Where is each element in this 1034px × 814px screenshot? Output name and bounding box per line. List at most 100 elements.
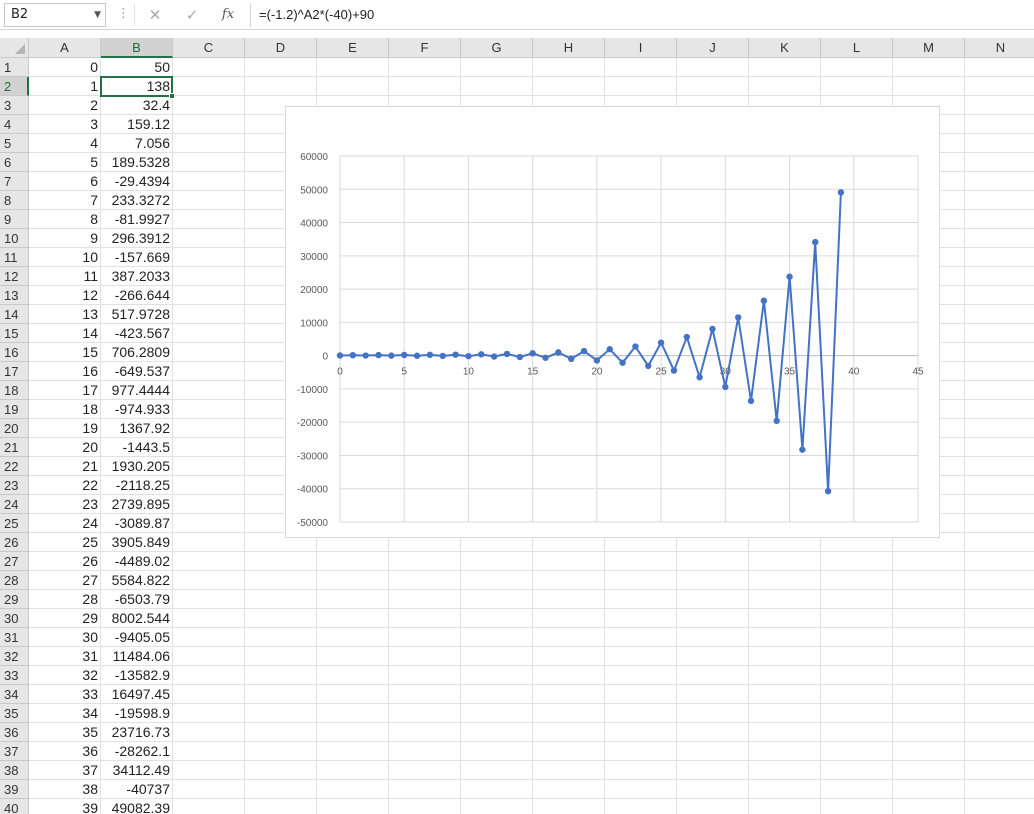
row-header[interactable]: 4 [0, 115, 29, 134]
cell-a-value[interactable]: 32 [29, 666, 101, 685]
cell-a-value[interactable]: 3 [29, 115, 101, 134]
cell-a-value[interactable]: 30 [29, 628, 101, 647]
cell-b-value[interactable]: 977.4444 [101, 381, 173, 400]
column-header-i[interactable]: I [605, 38, 677, 58]
row-header[interactable]: 27 [0, 552, 29, 571]
row-header[interactable]: 20 [0, 419, 29, 438]
cell-b-value[interactable]: 3905.849 [101, 533, 173, 552]
cell-a-value[interactable]: 1 [29, 77, 101, 96]
enter-icon[interactable]: ✓ [178, 5, 206, 25]
cancel-icon[interactable]: ✕ [141, 5, 169, 25]
cell-b-value[interactable]: 50 [101, 58, 173, 77]
cell-a-value[interactable]: 35 [29, 723, 101, 742]
cell-b-value[interactable]: 517.9728 [101, 305, 173, 324]
row-header[interactable]: 25 [0, 514, 29, 533]
row-header[interactable]: 1 [0, 58, 29, 77]
name-box[interactable]: B2 ▼ [4, 3, 106, 27]
cell-a-value[interactable]: 10 [29, 248, 101, 267]
row-header[interactable]: 3 [0, 96, 29, 115]
cell-b-value[interactable]: -974.933 [101, 400, 173, 419]
scatter-chart[interactable]: 60000 50000 40000 30000 20000 10000 0 -10000 -20… [285, 106, 940, 538]
column-header-g[interactable]: G [461, 38, 533, 58]
cell-b-value[interactable]: -13582.9 [101, 666, 173, 685]
cell-a-value[interactable]: 33 [29, 685, 101, 704]
row-header[interactable]: 29 [0, 590, 29, 609]
cell-a-value[interactable]: 12 [29, 286, 101, 305]
cell-a-value[interactable]: 16 [29, 362, 101, 381]
cell-b-value[interactable]: -266.644 [101, 286, 173, 305]
cell-a-value[interactable]: 21 [29, 457, 101, 476]
cell-b-value[interactable]: 16497.45 [101, 685, 173, 704]
row-header[interactable]: 34 [0, 685, 29, 704]
cell-a-value[interactable]: 2 [29, 96, 101, 115]
cell-b-value[interactable]: -9405.05 [101, 628, 173, 647]
row-header[interactable]: 31 [0, 628, 29, 647]
cell-a-value[interactable]: 5 [29, 153, 101, 172]
cell-b-value[interactable]: -157.669 [101, 248, 173, 267]
cell-b-value[interactable]: 1367.92 [101, 419, 173, 438]
column-header-j[interactable]: J [677, 38, 749, 58]
row-header[interactable]: 5 [0, 134, 29, 153]
cell-a-value[interactable]: 13 [29, 305, 101, 324]
cell-a-value[interactable]: 9 [29, 229, 101, 248]
row-header[interactable]: 30 [0, 609, 29, 628]
row-header[interactable]: 40 [0, 799, 29, 814]
cell-a-value[interactable]: 31 [29, 647, 101, 666]
chevron-down-icon[interactable]: ▼ [94, 4, 101, 26]
row-header[interactable]: 17 [0, 362, 29, 381]
row-header[interactable]: 39 [0, 780, 29, 799]
cell-b-value[interactable]: 5584.822 [101, 571, 173, 590]
row-header[interactable]: 7 [0, 172, 29, 191]
cell-b-value[interactable]: -29.4394 [101, 172, 173, 191]
cell-b-value[interactable]: 23716.73 [101, 723, 173, 742]
row-header[interactable]: 16 [0, 343, 29, 362]
row-header[interactable]: 32 [0, 647, 29, 666]
insert-function-icon[interactable]: fx [214, 5, 242, 25]
cell-a-value[interactable]: 25 [29, 533, 101, 552]
row-header[interactable]: 22 [0, 457, 29, 476]
cell-b-value[interactable]: -4489.02 [101, 552, 173, 571]
cell-a-value[interactable]: 37 [29, 761, 101, 780]
column-header-k[interactable]: K [749, 38, 821, 58]
cell-b-value[interactable]: -649.537 [101, 362, 173, 381]
cell-a-value[interactable]: 22 [29, 476, 101, 495]
cell-b-value[interactable]: 7.056 [101, 134, 173, 153]
cell-a-value[interactable]: 15 [29, 343, 101, 362]
column-header-e[interactable]: E [317, 38, 389, 58]
row-header[interactable]: 9 [0, 210, 29, 229]
row-header[interactable]: 21 [0, 438, 29, 457]
formula-input[interactable]: =(-1.2)^A2*(-40)+90 [250, 3, 1034, 27]
column-header-f[interactable]: F [389, 38, 461, 58]
column-header-a[interactable]: A [29, 38, 101, 58]
cell-b-value[interactable]: 296.3912 [101, 229, 173, 248]
row-header[interactable]: 38 [0, 761, 29, 780]
cell-b-value[interactable]: -1443.5 [101, 438, 173, 457]
column-header-c[interactable]: C [173, 38, 245, 58]
cell-a-value[interactable]: 26 [29, 552, 101, 571]
cell-a-value[interactable]: 24 [29, 514, 101, 533]
cell-a-value[interactable]: 20 [29, 438, 101, 457]
cell-b-value[interactable]: 1930.205 [101, 457, 173, 476]
cell-a-value[interactable]: 27 [29, 571, 101, 590]
row-header[interactable]: 28 [0, 571, 29, 590]
cell-b-value[interactable]: -3089.87 [101, 514, 173, 533]
column-header-d[interactable]: D [245, 38, 317, 58]
cell-b-value[interactable]: 189.5328 [101, 153, 173, 172]
fill-handle[interactable] [169, 93, 175, 99]
cell-a-value[interactable]: 0 [29, 58, 101, 77]
cell-b-value[interactable]: -40737 [101, 780, 173, 799]
cell-b-value[interactable]: 34112.49 [101, 761, 173, 780]
cell-b-value[interactable]: -2118.25 [101, 476, 173, 495]
row-header[interactable]: 6 [0, 153, 29, 172]
column-header-l[interactable]: L [821, 38, 893, 58]
cell-a-value[interactable]: 11 [29, 267, 101, 286]
cell-a-value[interactable]: 14 [29, 324, 101, 343]
row-header[interactable]: 12 [0, 267, 29, 286]
cell-b-value[interactable]: 49082.39 [101, 799, 173, 814]
cell-b-value[interactable]: -6503.79 [101, 590, 173, 609]
row-header[interactable]: 18 [0, 381, 29, 400]
cell-a-value[interactable]: 8 [29, 210, 101, 229]
row-header[interactable]: 23 [0, 476, 29, 495]
column-header-n[interactable]: N [965, 38, 1034, 58]
cell-a-value[interactable]: 29 [29, 609, 101, 628]
